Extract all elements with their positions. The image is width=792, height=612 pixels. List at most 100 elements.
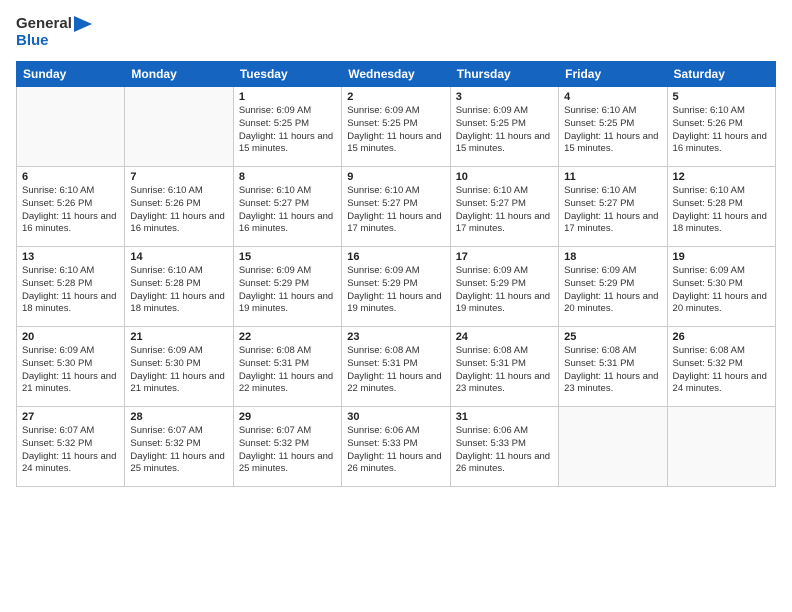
calendar-cell: 22Sunrise: 6:08 AM Sunset: 5:31 PM Dayli… (233, 327, 341, 407)
day-number: 21 (130, 331, 227, 343)
day-info: Sunrise: 6:09 AM Sunset: 5:30 PM Dayligh… (130, 345, 227, 396)
logo-container: General Blue (16, 16, 92, 49)
calendar-cell: 5 Sunrise: 6:10 AM Sunset: 5:26 PM Daylig… (667, 87, 775, 167)
col-header-saturday: Saturday (667, 62, 775, 87)
calendar-cell (17, 87, 125, 167)
calendar-cell: 14 Sunrise: 6:10 AM Sunset: 5:28 PM Dayli… (125, 247, 233, 327)
calendar-cell: 12 Sunrise: 6:10 AM Sunset: 5:28 PM Dayli… (667, 167, 775, 247)
day-info: Sunrise: 6:09 AM Sunset: 5:30 PM Dayligh… (673, 265, 770, 316)
day-number: 16 (347, 251, 444, 263)
calendar-cell: 31Sunrise: 6:06 AM Sunset: 5:33 PM Dayli… (450, 407, 558, 487)
logo-arrow-icon (74, 16, 92, 32)
day-info: Sunrise: 6:09 AM Sunset: 5:29 PM Dayligh… (456, 265, 553, 316)
day-number: 9 (347, 171, 444, 183)
calendar-cell: 11 Sunrise: 6:10 AM Sunset: 5:27 PM Dayli… (559, 167, 667, 247)
day-info: Sunrise: 6:07 AM Sunset: 5:32 PM Dayligh… (130, 425, 227, 476)
calendar-cell: 30Sunrise: 6:06 AM Sunset: 5:33 PM Dayli… (342, 407, 450, 487)
calendar-cell: 17 Sunrise: 6:09 AM Sunset: 5:29 PM Dayli… (450, 247, 558, 327)
day-info: Sunrise: 6:08 AM Sunset: 5:31 PM Dayligh… (456, 345, 553, 396)
calendar-cell: 9 Sunrise: 6:10 AM Sunset: 5:27 PM Daylig… (342, 167, 450, 247)
day-number: 6 (22, 171, 119, 183)
day-info: Sunrise: 6:06 AM Sunset: 5:33 PM Dayligh… (347, 425, 444, 476)
day-info: Sunrise: 6:08 AM Sunset: 5:31 PM Dayligh… (347, 345, 444, 396)
calendar-cell: 1 Sunrise: 6:09 AM Sunset: 5:25 PM Daylig… (233, 87, 341, 167)
calendar-cell: 26 Sunrise: 6:08 AM Sunset: 5:32 PM Dayli… (667, 327, 775, 407)
day-number: 29 (239, 411, 336, 423)
day-number: 4 (564, 91, 661, 103)
day-info: Sunrise: 6:10 AM Sunset: 5:27 PM Dayligh… (564, 185, 661, 236)
logo-blue-text: Blue (16, 33, 92, 50)
calendar-cell: 16 Sunrise: 6:09 AM Sunset: 5:29 PM Dayli… (342, 247, 450, 327)
calendar-cell: 3 Sunrise: 6:09 AM Sunset: 5:25 PM Daylig… (450, 87, 558, 167)
day-info: Sunrise: 6:10 AM Sunset: 5:28 PM Dayligh… (130, 265, 227, 316)
calendar-header-row: SundayMondayTuesdayWednesdayThursdayFrid… (17, 62, 776, 87)
calendar-cell: 18 Sunrise: 6:09 AM Sunset: 5:29 PM Dayli… (559, 247, 667, 327)
calendar-cell (667, 407, 775, 487)
calendar-cell: 28 Sunrise: 6:07 AM Sunset: 5:32 PM Dayli… (125, 407, 233, 487)
day-number: 1 (239, 91, 336, 103)
day-number: 11 (564, 171, 661, 183)
day-info: Sunrise: 6:10 AM Sunset: 5:25 PM Dayligh… (564, 105, 661, 156)
calendar-cell: 2Sunrise: 6:09 AM Sunset: 5:25 PM Daylig… (342, 87, 450, 167)
day-info: Sunrise: 6:09 AM Sunset: 5:30 PM Dayligh… (22, 345, 119, 396)
day-info: Sunrise: 6:10 AM Sunset: 5:26 PM Dayligh… (673, 105, 770, 156)
day-info: Sunrise: 6:09 AM Sunset: 5:25 PM Dayligh… (456, 105, 553, 156)
col-header-thursday: Thursday (450, 62, 558, 87)
day-info: Sunrise: 6:09 AM Sunset: 5:29 PM Dayligh… (564, 265, 661, 316)
day-number: 14 (130, 251, 227, 263)
calendar-cell: 27 Sunrise: 6:07 AM Sunset: 5:32 PM Dayli… (17, 407, 125, 487)
day-number: 5 (673, 91, 770, 103)
calendar-cell: 20Sunrise: 6:09 AM Sunset: 5:30 PM Dayli… (17, 327, 125, 407)
calendar-cell: 7 Sunrise: 6:10 AM Sunset: 5:26 PM Daylig… (125, 167, 233, 247)
day-info: Sunrise: 6:10 AM Sunset: 5:27 PM Dayligh… (347, 185, 444, 236)
day-number: 19 (673, 251, 770, 263)
col-header-monday: Monday (125, 62, 233, 87)
day-number: 18 (564, 251, 661, 263)
day-info: Sunrise: 6:10 AM Sunset: 5:27 PM Dayligh… (456, 185, 553, 236)
col-header-sunday: Sunday (17, 62, 125, 87)
day-number: 28 (130, 411, 227, 423)
week-row-4: 20Sunrise: 6:09 AM Sunset: 5:30 PM Dayli… (17, 327, 776, 407)
day-number: 7 (130, 171, 227, 183)
page-header: General Blue (16, 16, 776, 49)
calendar-cell: 10Sunrise: 6:10 AM Sunset: 5:27 PM Dayli… (450, 167, 558, 247)
calendar-cell: 6Sunrise: 6:10 AM Sunset: 5:26 PM Daylig… (17, 167, 125, 247)
calendar-cell (125, 87, 233, 167)
calendar-cell: 29 Sunrise: 6:07 AM Sunset: 5:32 PM Dayli… (233, 407, 341, 487)
col-header-tuesday: Tuesday (233, 62, 341, 87)
day-info: Sunrise: 6:10 AM Sunset: 5:27 PM Dayligh… (239, 185, 336, 236)
week-row-3: 13Sunrise: 6:10 AM Sunset: 5:28 PM Dayli… (17, 247, 776, 327)
day-info: Sunrise: 6:08 AM Sunset: 5:32 PM Dayligh… (673, 345, 770, 396)
day-info: Sunrise: 6:08 AM Sunset: 5:31 PM Dayligh… (564, 345, 661, 396)
day-number: 27 (22, 411, 119, 423)
day-number: 26 (673, 331, 770, 343)
calendar-cell: 24Sunrise: 6:08 AM Sunset: 5:31 PM Dayli… (450, 327, 558, 407)
day-info: Sunrise: 6:07 AM Sunset: 5:32 PM Dayligh… (239, 425, 336, 476)
day-number: 3 (456, 91, 553, 103)
logo-general-text: General (16, 16, 72, 33)
calendar-cell: 15Sunrise: 6:09 AM Sunset: 5:29 PM Dayli… (233, 247, 341, 327)
calendar-cell: 13Sunrise: 6:10 AM Sunset: 5:28 PM Dayli… (17, 247, 125, 327)
day-info: Sunrise: 6:10 AM Sunset: 5:26 PM Dayligh… (130, 185, 227, 236)
week-row-1: 1 Sunrise: 6:09 AM Sunset: 5:25 PM Daylig… (17, 87, 776, 167)
day-number: 25 (564, 331, 661, 343)
logo: General Blue (16, 16, 92, 49)
week-row-5: 27 Sunrise: 6:07 AM Sunset: 5:32 PM Dayli… (17, 407, 776, 487)
day-info: Sunrise: 6:07 AM Sunset: 5:32 PM Dayligh… (22, 425, 119, 476)
day-info: Sunrise: 6:09 AM Sunset: 5:25 PM Dayligh… (239, 105, 336, 156)
day-number: 17 (456, 251, 553, 263)
day-number: 12 (673, 171, 770, 183)
day-number: 23 (347, 331, 444, 343)
calendar-cell: 8 Sunrise: 6:10 AM Sunset: 5:27 PM Daylig… (233, 167, 341, 247)
day-info: Sunrise: 6:10 AM Sunset: 5:28 PM Dayligh… (673, 185, 770, 236)
day-info: Sunrise: 6:09 AM Sunset: 5:29 PM Dayligh… (347, 265, 444, 316)
day-info: Sunrise: 6:08 AM Sunset: 5:31 PM Dayligh… (239, 345, 336, 396)
calendar-cell: 21 Sunrise: 6:09 AM Sunset: 5:30 PM Dayli… (125, 327, 233, 407)
calendar-cell: 23 Sunrise: 6:08 AM Sunset: 5:31 PM Dayli… (342, 327, 450, 407)
day-number: 8 (239, 171, 336, 183)
day-number: 2 (347, 91, 444, 103)
calendar-cell: 25 Sunrise: 6:08 AM Sunset: 5:31 PM Dayli… (559, 327, 667, 407)
col-header-friday: Friday (559, 62, 667, 87)
calendar-table: SundayMondayTuesdayWednesdayThursdayFrid… (16, 61, 776, 487)
calendar-cell: 19 Sunrise: 6:09 AM Sunset: 5:30 PM Dayli… (667, 247, 775, 327)
